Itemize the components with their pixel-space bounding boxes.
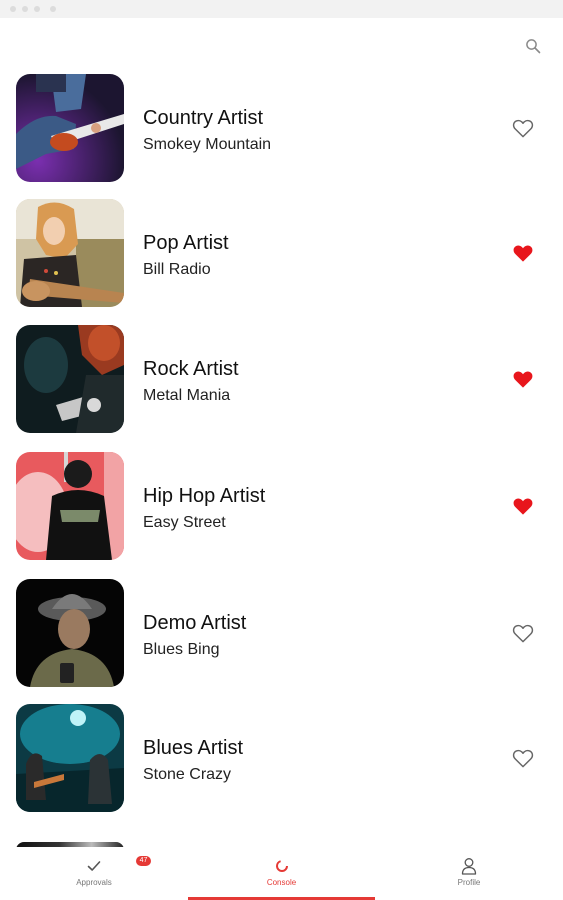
favorite-button[interactable]: [510, 746, 536, 770]
favorite-button[interactable]: [510, 621, 536, 645]
favorite-button[interactable]: [510, 116, 536, 140]
artist-list-item[interactable]: Country Artist Smokey Mountain: [0, 74, 563, 182]
heart-filled-icon: [513, 245, 533, 262]
artist-station: Metal Mania: [143, 387, 231, 404]
tab-profile[interactable]: Profile: [375, 847, 563, 900]
console-icon: [275, 856, 289, 876]
artist-thumbnail: [16, 452, 124, 560]
status-bar: [0, 0, 563, 18]
status-dot: [50, 6, 56, 12]
artist-station: Bill Radio: [143, 261, 211, 278]
artist-list: Country Artist Smokey Mountain Pop Artis…: [0, 72, 563, 847]
heart-filled-icon: [513, 371, 533, 388]
tab-approvals[interactable]: Approvals: [0, 847, 188, 900]
status-dot: [34, 6, 40, 12]
tab-label: Approvals: [76, 878, 112, 887]
artist-name: Demo Artist: [143, 612, 247, 634]
artist-station: Blues Bing: [143, 641, 220, 658]
artist-station: Easy Street: [143, 514, 226, 531]
artist-station: Smokey Mountain: [143, 136, 272, 153]
artist-list-item[interactable]: Hip Hop Artist Easy Street: [0, 452, 563, 560]
heart-outline-icon: [512, 624, 534, 643]
artist-thumbnail: [16, 579, 124, 687]
search-button[interactable]: [522, 35, 544, 57]
artist-name: Hip Hop Artist: [143, 485, 266, 507]
favorite-button[interactable]: [510, 367, 536, 391]
tab-label: Console: [266, 878, 297, 887]
artist-list-item[interactable]: Demo Artist Blues Bing: [0, 579, 563, 687]
artist-thumbnail: [16, 199, 124, 307]
heart-filled-icon: [513, 498, 533, 515]
heart-outline-icon: [512, 119, 534, 138]
tab-label: Profile: [457, 878, 481, 887]
artist-name: Rock Artist: [143, 358, 239, 380]
artist-name: Blues Artist: [143, 737, 244, 759]
favorite-button[interactable]: [510, 494, 536, 518]
artist-thumbnail: [16, 704, 124, 812]
tab-console[interactable]: Console: [188, 847, 375, 900]
favorite-button[interactable]: [510, 241, 536, 265]
person-icon: [461, 856, 477, 876]
artist-list-item[interactable]: Pop Artist Bill Radio: [0, 199, 563, 307]
status-dot: [10, 6, 16, 12]
artist-list-item[interactable]: Rock Artist Metal Mania: [0, 325, 563, 433]
artist-thumbnail: [16, 325, 124, 433]
artist-name: Pop Artist: [143, 232, 229, 254]
artist-name: Country Artist: [143, 107, 264, 129]
approvals-count-badge: 47: [136, 856, 151, 866]
heart-outline-icon: [512, 749, 534, 768]
bottom-tab-bar: Approvals 47 Console Profile: [0, 847, 563, 900]
status-dot: [22, 6, 28, 12]
artist-thumbnail: [16, 74, 124, 182]
check-icon: [87, 856, 101, 876]
artist-list-item[interactable]: Blues Artist Stone Crazy: [0, 704, 563, 812]
search-icon: [526, 39, 541, 54]
artist-station: Stone Crazy: [143, 766, 232, 783]
